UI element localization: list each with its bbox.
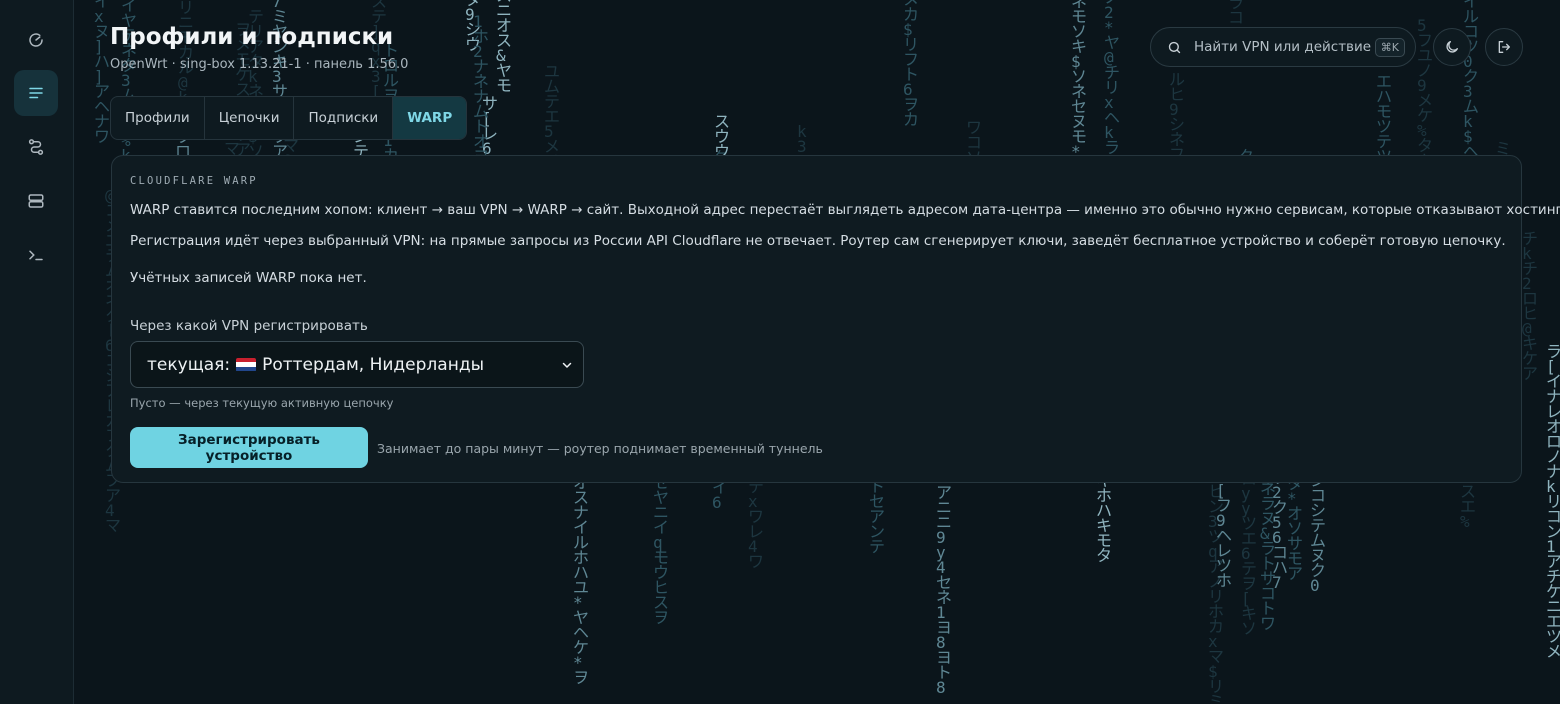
sidebar-item-profiles[interactable] <box>14 70 58 116</box>
matrix-rain-column: チ k チ 2 ロ ヒ @ キ ケ ア <box>1522 229 1539 383</box>
warp-description: WARP ставится последним хопом: клиент → … <box>130 202 1560 218</box>
vpn-select-label: Через какой VPN регистрировать <box>130 318 368 334</box>
tab-bar: Профили Цепочки Подписки WARP <box>110 96 468 140</box>
vpn-select-hint: Пусто — через текущую активную цепочку <box>130 396 394 410</box>
servers-icon <box>28 194 44 208</box>
warp-registration-info: Регистрация идёт через выбранный VPN: на… <box>130 233 1506 249</box>
chevron-down-icon <box>562 362 572 368</box>
sidebar <box>0 0 74 704</box>
routes-icon <box>28 139 44 155</box>
sidebar-item-terminal[interactable] <box>14 233 58 277</box>
matrix-rain-column: ラ [ イ ナ レ オ ロ ノ ナ k リ コ ン 1 ア チ ケ ニ エ ツ … <box>1546 342 1560 661</box>
moon-icon <box>1446 41 1458 53</box>
matrix-rain-column: ホ メ カ $ リ フ ト 6 ヲ カ <box>903 0 920 129</box>
warp-card: CLOUDFLARE WARP WARP ставится последним … <box>111 155 1560 483</box>
search-shortcut-badge: ⌘K <box>1374 37 1405 57</box>
matrix-rain-column: リ ニ モ カ ル @ k <box>178 0 195 106</box>
terminal-icon <box>29 250 43 261</box>
card-section-label: CLOUDFLARE WARP <box>130 175 258 187</box>
matrix-rain-column: 6 & 8 キ イ x ヌ ] ハ ] ア ヘ ナ ワ <box>94 0 111 146</box>
empty-state-text: Учётных записей WARP пока нет. <box>130 270 367 286</box>
search-icon <box>1168 41 1181 53</box>
logout-button[interactable] <box>1485 28 1523 66</box>
select-prefix: текущая: <box>147 354 231 375</box>
matrix-rain-column: ク ス ニ オ ス & ヤ モ <box>496 0 513 95</box>
search-input[interactable] <box>1192 38 1375 56</box>
select-location: Роттердам, Нидерланды <box>262 354 484 375</box>
theme-toggle-button[interactable] <box>1433 28 1471 66</box>
register-note: Занимает до пары минут — роутер поднимае… <box>377 441 823 456</box>
vpn-select-value: текущая: Роттердам, Нидерланды <box>147 355 484 375</box>
sidebar-item-routes[interactable] <box>14 125 58 169</box>
tab-profiles[interactable]: Профили <box>111 97 205 139</box>
list-icon <box>29 87 43 99</box>
tab-subscriptions[interactable]: Подписки <box>294 97 394 139</box>
dashboard-icon <box>29 33 43 47</box>
vpn-select[interactable]: текущая: Роттердам, Нидерланды <box>130 341 584 388</box>
matrix-rain-column: エ ハ モ ツ テ ツ <box>1376 72 1393 165</box>
sidebar-item-dashboard[interactable] <box>14 18 58 62</box>
page-title: Профили и подписки <box>110 24 394 50</box>
sidebar-item-servers[interactable] <box>14 179 58 223</box>
netherlands-flag-icon <box>236 357 257 372</box>
register-device-button[interactable]: Зарегистрировать устройство <box>130 427 368 468</box>
search-box[interactable]: ⌘K <box>1150 27 1416 67</box>
tab-warp[interactable]: WARP <box>393 97 467 139</box>
matrix-rain-column: ソ [ ア ラ コ <box>1228 0 1245 27</box>
tab-chains[interactable]: Цепочки <box>205 97 295 139</box>
logout-icon <box>1498 41 1510 53</box>
page-subtitle: OpenWrt · sing-box 1.13.21-1 · панель 1.… <box>110 57 409 72</box>
